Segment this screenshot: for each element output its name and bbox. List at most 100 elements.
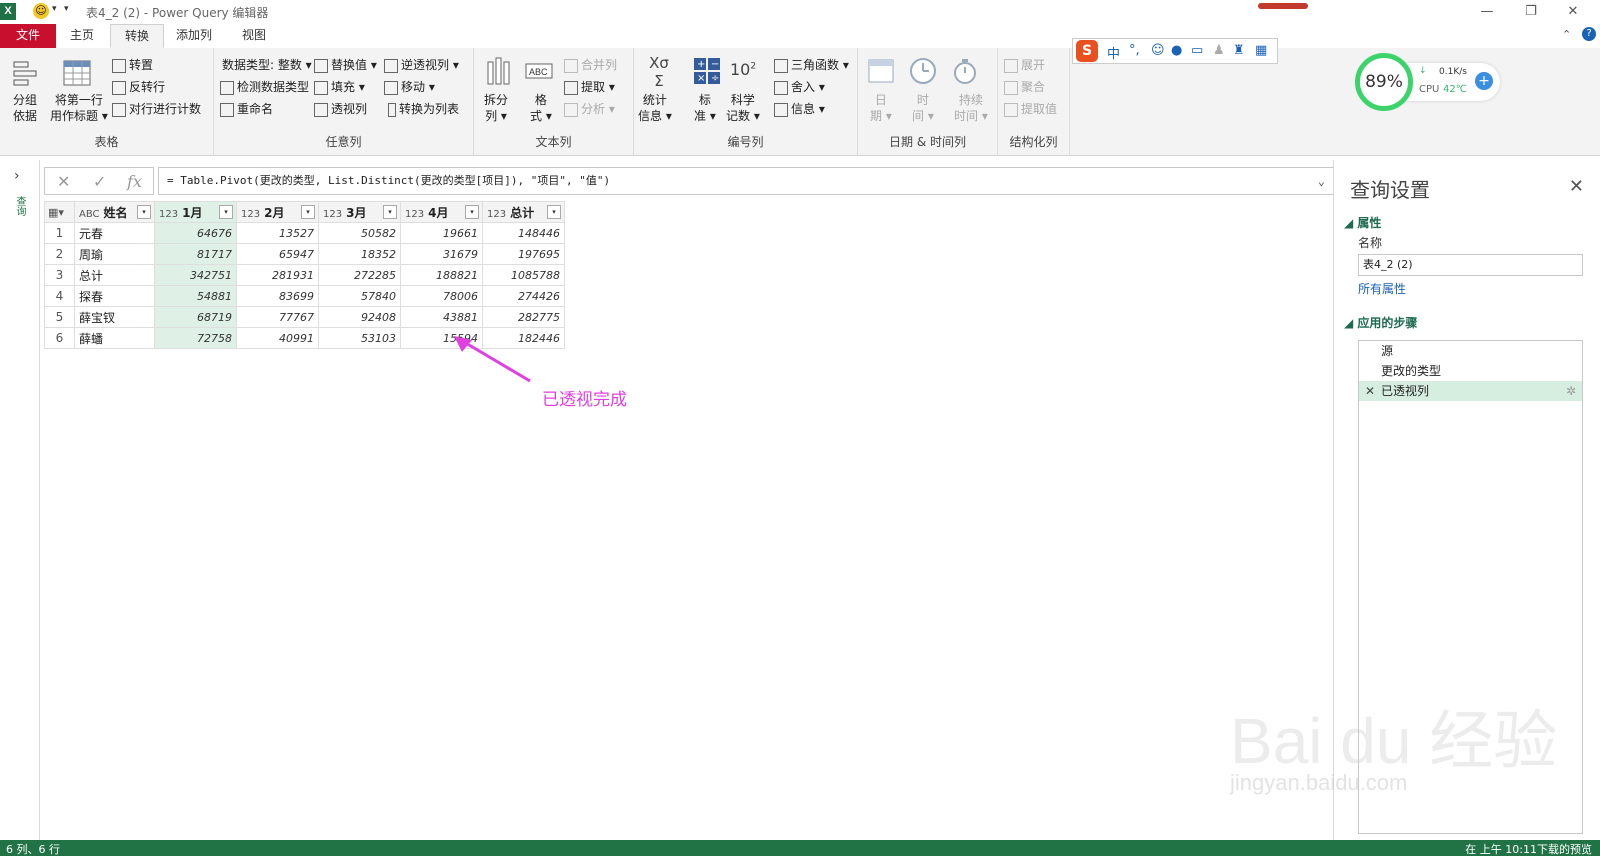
filter-dropdown-icon[interactable]: ▾ [137, 205, 151, 219]
table-cell[interactable]: 77767 [236, 306, 319, 328]
table-cell[interactable]: 53103 [318, 327, 401, 349]
table-cell[interactable]: 薛蟠 [74, 327, 155, 349]
skin-icon[interactable]: ♜ [1233, 43, 1245, 58]
table-cell[interactable]: 64676 [154, 222, 237, 244]
toolbox-icon[interactable]: ▦ [1255, 43, 1267, 58]
transpose-button[interactable]: 转置 [112, 56, 153, 73]
applied-steps-heading[interactable]: ◢ 应用的步骤 [1344, 314, 1417, 331]
table-cell[interactable]: 65947 [236, 243, 319, 265]
tab-add-column[interactable]: 添加列 [162, 24, 226, 48]
filter-dropdown-icon[interactable]: ▾ [465, 205, 479, 219]
scientific-button[interactable]: 科学 记数 ▾ [726, 92, 760, 124]
parse-button[interactable]: 分析 ▾ [564, 100, 615, 117]
count-rows-button[interactable]: 对行进行计数 [112, 100, 201, 117]
quick-access-dropdown-icon[interactable]: ▾ [52, 4, 57, 14]
table-cell[interactable]: 197695 [482, 243, 565, 265]
table-cell[interactable]: 148446 [482, 222, 565, 244]
table-cell[interactable]: 31679 [400, 243, 483, 265]
table-cell[interactable]: 83699 [236, 285, 319, 307]
extract-button[interactable]: 提取 ▾ [564, 78, 615, 95]
table-cell[interactable]: 40991 [236, 327, 319, 349]
column-header-apr[interactable]: 123 4月 ▾ [400, 201, 483, 223]
table-cell[interactable]: 总计 [74, 264, 155, 286]
table-cell[interactable]: 43881 [400, 306, 483, 328]
column-type-icon[interactable]: 123 [405, 209, 424, 220]
aggregate-button[interactable]: 聚合 [1004, 78, 1045, 95]
fx-icon[interactable]: fx [127, 172, 142, 191]
table-cell[interactable]: 72758 [154, 327, 237, 349]
duration-button[interactable]: 持续 时间 ▾ [954, 92, 988, 124]
rename-button[interactable]: 重命名 [220, 100, 273, 117]
table-cell[interactable]: 78006 [400, 285, 483, 307]
information-button[interactable]: 信息 ▾ [774, 100, 825, 117]
ime-mode[interactable]: 中 [1107, 43, 1120, 62]
table-cell[interactable]: 探春 [74, 285, 155, 307]
column-type-icon[interactable]: 123 [487, 209, 506, 220]
expand-formula-icon[interactable]: ⌄ [1318, 168, 1325, 194]
merge-columns-button[interactable]: 合并列 [564, 56, 617, 73]
delete-step-icon[interactable]: ✕ [1365, 381, 1375, 401]
column-header-total[interactable]: 123 总计 ▾ [482, 201, 565, 223]
help-icon[interactable]: ? [1582, 27, 1596, 41]
column-header-jan[interactable]: 123 1月 ▾ [154, 201, 237, 223]
tab-transform[interactable]: 转换 [110, 24, 165, 48]
step-changed-type[interactable]: 更改的类型 [1359, 361, 1582, 381]
table-cell[interactable]: 274426 [482, 285, 565, 307]
row-number[interactable]: 3 [44, 264, 75, 286]
table-cell[interactable]: 19661 [400, 222, 483, 244]
use-first-row-button[interactable]: 将第一行 用作标题 ▾ [50, 92, 108, 124]
column-header-name[interactable]: ABC 姓名 ▾ [74, 201, 155, 223]
column-type-icon[interactable]: ABC [79, 209, 100, 220]
keyboard-icon[interactable]: ▭ [1191, 43, 1203, 58]
table-cell[interactable]: 92408 [318, 306, 401, 328]
table-cell[interactable]: 18352 [318, 243, 401, 265]
data-type-dropdown[interactable]: 数据类型: 整数 ▾ [222, 56, 312, 73]
date-button[interactable]: 日 期 ▾ [870, 92, 892, 124]
row-number[interactable]: 1 [44, 222, 75, 244]
cancel-formula-icon[interactable]: ✕ [57, 172, 70, 191]
query-name-input[interactable]: 表4_2 (2) [1358, 254, 1583, 276]
formula-input[interactable]: = Table.Pivot(更改的类型, List.Distinct(更改的类型… [158, 167, 1334, 195]
table-cell[interactable]: 68719 [154, 306, 237, 328]
tab-view[interactable]: 视图 [228, 24, 280, 48]
microphone-icon[interactable]: ● [1171, 43, 1182, 58]
minimize-button[interactable]: — [1472, 2, 1502, 22]
row-number[interactable]: 2 [44, 243, 75, 265]
convert-to-list-button[interactable]: 转换为列表 [388, 100, 459, 117]
table-cell[interactable]: 薛宝钗 [74, 306, 155, 328]
queries-label[interactable]: 查询 [12, 196, 27, 216]
table-cell[interactable]: 81717 [154, 243, 237, 265]
expand-button[interactable]: 展开 [1004, 56, 1045, 73]
restore-button[interactable]: ❐ [1516, 2, 1546, 22]
format-button[interactable]: 格 式 ▾ [530, 92, 552, 124]
unpivot-button[interactable]: 逆透视列 ▾ [384, 56, 459, 73]
sogou-logo-icon[interactable]: S [1076, 40, 1098, 62]
smiley-icon[interactable]: ☺ [33, 3, 49, 19]
row-number[interactable]: 5 [44, 306, 75, 328]
commit-formula-icon[interactable]: ✓ [93, 172, 106, 191]
pivot-column-button[interactable]: 透视列 [314, 100, 367, 117]
boost-icon[interactable]: + [1475, 72, 1493, 90]
tab-home[interactable]: 主页 [56, 24, 108, 48]
extract-values-button[interactable]: 提取值 [1004, 100, 1057, 117]
detect-type-button[interactable]: 检测数据类型 [220, 78, 309, 95]
fill-button[interactable]: 填充 ▾ [314, 78, 365, 95]
rounding-button[interactable]: 舍入 ▾ [774, 78, 825, 95]
reverse-rows-button[interactable]: 反转行 [112, 78, 165, 95]
table-cell[interactable]: 282775 [482, 306, 565, 328]
filter-dropdown-icon[interactable]: ▾ [219, 205, 233, 219]
table-cell[interactable]: 50582 [318, 222, 401, 244]
user-icon[interactable]: ♟ [1213, 43, 1225, 58]
table-cell[interactable]: 54881 [154, 285, 237, 307]
step-settings-gear-icon[interactable]: ✲ [1566, 381, 1576, 401]
statistics-button[interactable]: 统计 信息 ▾ [638, 92, 672, 124]
table-cell[interactable]: 188821 [400, 264, 483, 286]
table-cell[interactable]: 元春 [74, 222, 155, 244]
step-pivoted-column[interactable]: ✕ 已透视列 ✲ [1359, 381, 1582, 401]
filter-dropdown-icon[interactable]: ▾ [383, 205, 397, 219]
column-header-feb[interactable]: 123 2月 ▾ [236, 201, 319, 223]
filter-dropdown-icon[interactable]: ▾ [301, 205, 315, 219]
all-properties-link[interactable]: 所有属性 [1358, 280, 1406, 297]
table-cell[interactable]: 342751 [154, 264, 237, 286]
properties-heading[interactable]: ◢ 属性 [1344, 214, 1381, 231]
